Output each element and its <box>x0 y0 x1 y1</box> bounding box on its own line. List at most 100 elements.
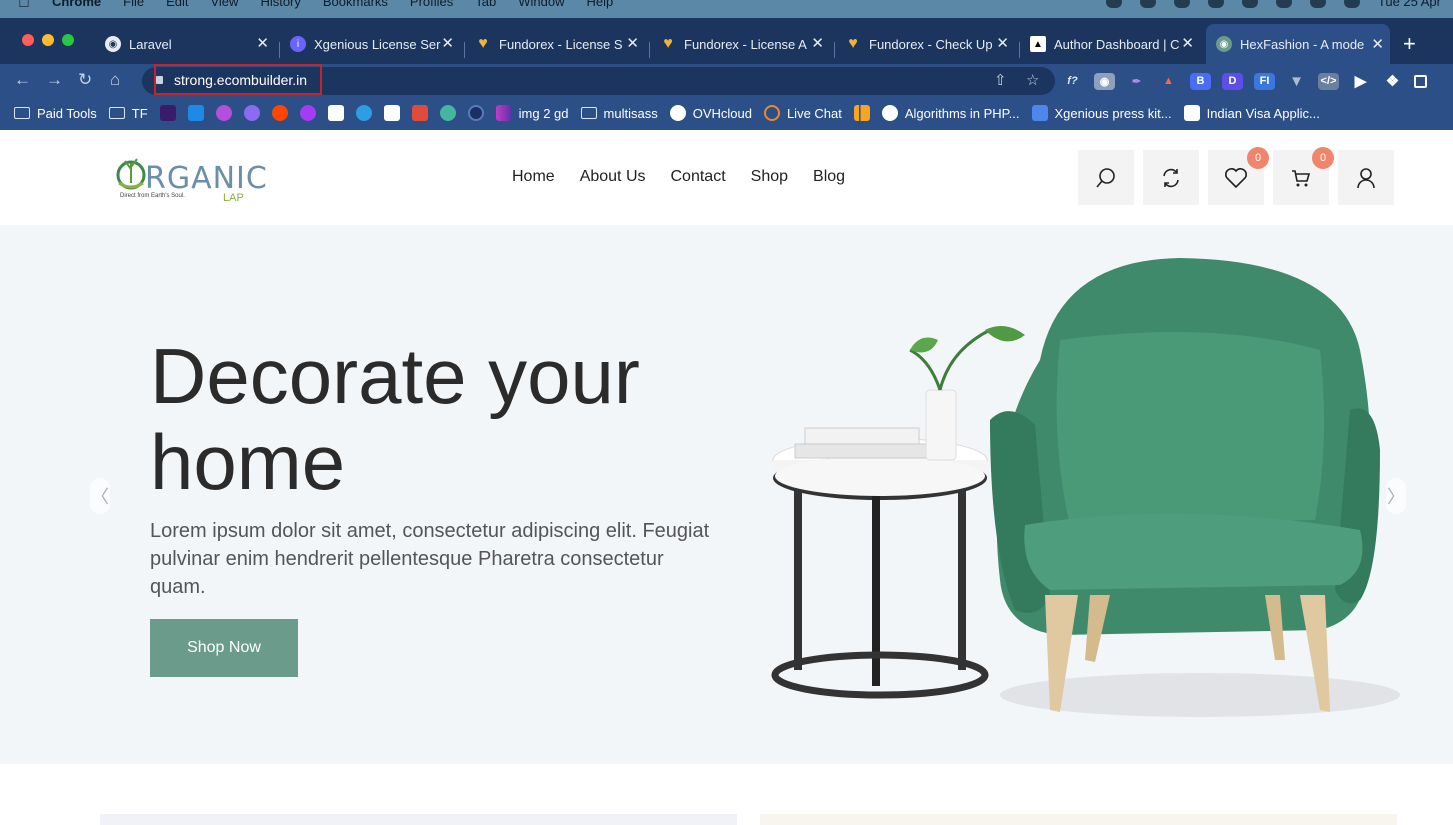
bookmark-circle[interactable] <box>467 105 484 121</box>
nav-shop[interactable]: Shop <box>751 168 788 186</box>
tab-divider <box>649 42 650 58</box>
cart-count-badge: 0 <box>1312 147 1334 169</box>
cart-button[interactable]: 0 <box>1273 147 1334 205</box>
tab-laravel[interactable]: ◉ Laravel ✕ <box>105 30 275 58</box>
slider-prev-arrow-icon[interactable]: 〈 <box>90 478 110 514</box>
code-extension-icon[interactable]: </> <box>1318 72 1339 90</box>
menu-window[interactable]: Window <box>518 0 564 9</box>
search-button[interactable] <box>1078 150 1134 205</box>
close-tab-icon[interactable]: ✕ <box>1371 35 1384 53</box>
close-window-button[interactable] <box>22 34 34 46</box>
bookmark-paid-tools[interactable]: Paid Tools <box>14 106 97 121</box>
category-card-right[interactable] <box>760 814 1397 825</box>
menu-bookmarks[interactable]: Bookmarks <box>323 0 388 9</box>
reddit-icon <box>271 105 288 121</box>
status-icon[interactable] <box>1207 0 1224 8</box>
play-extension-icon[interactable]: ▶ <box>1350 73 1371 90</box>
menu-history[interactable]: History <box>260 0 300 9</box>
nav-about-us[interactable]: About Us <box>580 168 646 186</box>
tab-xgenious-license[interactable]: i Xgenious License Ser ✕ <box>290 30 460 58</box>
clock[interactable]: Tue 25 Apr <box>1378 0 1441 9</box>
d-extension-icon[interactable]: D <box>1222 72 1243 90</box>
bookmark-star-icon[interactable]: ☆ <box>1026 71 1039 89</box>
puzzle-extensions-icon[interactable]: ❖ <box>1382 73 1403 90</box>
reload-icon[interactable]: ↻ <box>78 68 92 92</box>
bookmark-cl[interactable] <box>383 105 400 121</box>
lighthouse-extension-icon[interactable]: ▲ <box>1158 73 1179 90</box>
bookmark-indian-visa[interactable]: Indian Visa Applic... <box>1183 105 1320 121</box>
close-tab-icon[interactable]: ✕ <box>996 34 1009 52</box>
status-icon[interactable] <box>1173 0 1190 8</box>
site-logo[interactable]: RGANIC Direct from Earth's Soul. LAP <box>115 153 267 208</box>
bookmark-swirl[interactable] <box>355 105 372 121</box>
tab-fundorex-license-s[interactable]: ♥ Fundorex - License S ✕ <box>475 30 645 58</box>
side-panel-icon[interactable] <box>1414 74 1427 88</box>
maximize-window-button[interactable] <box>62 34 74 46</box>
new-tab-button[interactable]: + <box>1403 30 1416 58</box>
bookmark-xgenious-press[interactable]: Xgenious press kit... <box>1031 105 1172 121</box>
address-bar[interactable]: strong.ecombuilder.in ⇧ ☆ <box>142 64 1055 95</box>
bookmark-messenger[interactable] <box>299 105 316 121</box>
bookmark-img-2-gd[interactable]: img 2 gd <box>495 105 569 121</box>
tab-fundorex-check[interactable]: ♥ Fundorex - Check Up ✕ <box>845 30 1015 58</box>
bookmark-bars[interactable] <box>853 105 870 121</box>
forward-icon[interactable]: → <box>46 68 63 92</box>
bookmark-it[interactable] <box>411 105 428 121</box>
bookmark-multisass[interactable]: multisass <box>580 106 658 121</box>
home-icon[interactable]: ⌂ <box>110 68 120 92</box>
control-center-icon[interactable] <box>1343 0 1360 8</box>
menu-tab[interactable]: Tab <box>475 0 496 9</box>
fi-extension-icon[interactable]: FI <box>1254 72 1275 90</box>
status-icon[interactable] <box>1105 0 1122 8</box>
vue-extension-icon[interactable]: ▼ <box>1286 73 1307 90</box>
nic-icon <box>1183 105 1200 121</box>
close-tab-icon[interactable]: ✕ <box>626 34 639 52</box>
back-icon[interactable]: ← <box>14 68 31 92</box>
minimize-window-button[interactable] <box>42 34 54 46</box>
b-extension-icon[interactable]: B <box>1190 72 1211 90</box>
menu-edit[interactable]: Edit <box>166 0 188 9</box>
category-card-left[interactable] <box>100 814 737 825</box>
status-icon[interactable] <box>1139 0 1156 8</box>
tab-author-dashboard[interactable]: ▲ Author Dashboard | C ✕ <box>1030 30 1200 58</box>
bookmark-x[interactable] <box>159 105 176 121</box>
bookmark-ovhcloud[interactable]: OVHcloud <box>669 105 752 121</box>
browser-toolbar: ← → ↻ ⌂ strong.ecombuilder.in ⇧ ☆ f? ◉ ✒… <box>0 64 1453 96</box>
wishlist-button[interactable]: 0 <box>1208 147 1269 205</box>
bookmark-algorithms-php[interactable]: Algorithms in PHP... <box>881 105 1020 121</box>
bookmark-live-chat[interactable]: Live Chat <box>763 105 842 121</box>
fonts-ninja-extension-icon[interactable]: f? <box>1062 73 1083 90</box>
close-tab-icon[interactable]: ✕ <box>811 34 824 52</box>
menu-profiles[interactable]: Profiles <box>410 0 453 9</box>
menu-chrome[interactable]: Chrome <box>52 0 101 9</box>
camera-extension-icon[interactable]: ◉ <box>1094 72 1115 90</box>
menu-view[interactable]: View <box>210 0 238 9</box>
shop-now-button[interactable]: Shop Now <box>150 619 298 677</box>
pen-extension-icon[interactable]: ✒ <box>1126 73 1147 90</box>
nav-blog[interactable]: Blog <box>813 168 845 186</box>
share-icon[interactable]: ⇧ <box>994 71 1007 89</box>
menu-help[interactable]: Help <box>587 0 614 9</box>
bookmark-chat[interactable] <box>187 105 204 121</box>
apple-icon[interactable]:  <box>18 0 30 12</box>
spotlight-icon[interactable] <box>1309 0 1326 8</box>
bookmark-reddit[interactable] <box>271 105 288 121</box>
close-tab-icon[interactable]: ✕ <box>256 34 269 52</box>
tab-fundorex-license-a[interactable]: ♥ Fundorex - License A ✕ <box>660 30 830 58</box>
nav-home[interactable]: Home <box>512 168 555 186</box>
bookmark-tf[interactable]: TF <box>108 106 148 121</box>
bookmark-author[interactable] <box>327 105 344 121</box>
close-tab-icon[interactable]: ✕ <box>1181 34 1194 52</box>
tab-divider <box>464 42 465 58</box>
account-button[interactable] <box>1338 150 1394 205</box>
menu-file[interactable]: File <box>123 0 144 9</box>
bookmark-x-logo[interactable] <box>215 105 232 121</box>
tab-hexfashion[interactable]: ◉ HexFashion - A mode ✕ <box>1206 24 1390 64</box>
wifi-icon[interactable] <box>1275 0 1292 8</box>
compare-button[interactable] <box>1143 150 1199 205</box>
bookmark-cloud[interactable] <box>439 105 456 121</box>
battery-icon[interactable] <box>1241 0 1258 8</box>
nav-contact[interactable]: Contact <box>671 168 726 186</box>
bookmark-bird[interactable] <box>243 105 260 121</box>
close-tab-icon[interactable]: ✕ <box>441 34 454 52</box>
